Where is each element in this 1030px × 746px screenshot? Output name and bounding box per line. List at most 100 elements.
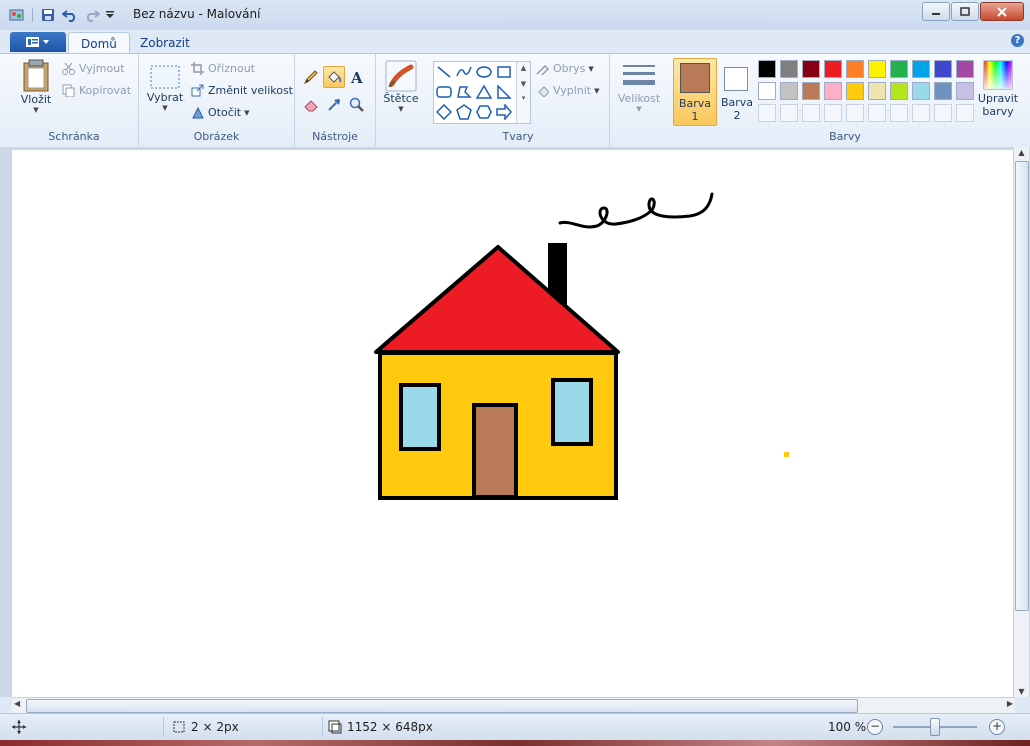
resize-button[interactable]: Změnit velikost (191, 84, 293, 97)
redo-icon[interactable] (83, 6, 101, 24)
select-button[interactable]: Vybrat ▼ (146, 63, 184, 112)
selection-size-value: 2 × 2px (191, 720, 239, 734)
custom-color-slot[interactable] (890, 104, 908, 122)
custom-color-slot[interactable] (956, 104, 974, 122)
paste-button[interactable]: Vložit ▼ (18, 59, 54, 114)
palette-color-swatch[interactable] (780, 82, 798, 100)
palette-color-swatch[interactable] (846, 60, 864, 78)
right-triangle-shape-icon[interactable] (495, 83, 513, 101)
help-icon[interactable]: ? (1011, 34, 1024, 47)
custom-color-slot[interactable] (912, 104, 930, 122)
vertical-scroll-thumb[interactable] (1015, 161, 1029, 611)
tab-view[interactable]: Zobrazit (128, 32, 202, 54)
color2-number: 2 (733, 109, 741, 122)
fill-bucket-icon (328, 71, 342, 83)
minimize-button[interactable] (922, 2, 950, 21)
diamond-shape-icon[interactable] (435, 103, 453, 121)
line-shape-icon[interactable] (435, 63, 453, 81)
palette-color-swatch[interactable] (934, 60, 952, 78)
fill-button[interactable]: Vyplnit ▼ (536, 84, 600, 97)
palette-color-swatch[interactable] (890, 82, 908, 100)
palette-color-swatch[interactable] (956, 60, 974, 78)
eraser-icon (304, 100, 318, 112)
tab-home[interactable]: Domů (68, 32, 130, 55)
palette-color-swatch[interactable] (868, 82, 886, 100)
fill-bucket-tool[interactable] (323, 66, 345, 88)
custom-color-slot[interactable] (934, 104, 952, 122)
palette-color-swatch[interactable] (912, 82, 930, 100)
palette-color-swatch[interactable] (912, 60, 930, 78)
group-label-colors: Barvy (829, 130, 861, 143)
zoom-slider-thumb[interactable] (930, 718, 940, 736)
cut-button[interactable]: Vyjmout (62, 62, 125, 75)
palette-color-swatch[interactable] (802, 60, 820, 78)
palette-color-swatch[interactable] (758, 60, 776, 78)
copy-button[interactable]: Kopírovat (62, 84, 131, 97)
palette-color-swatch[interactable] (824, 82, 842, 100)
custom-color-slot[interactable] (758, 104, 776, 122)
maximize-button[interactable] (951, 2, 979, 21)
custom-color-slot[interactable] (846, 104, 864, 122)
scroll-left-icon[interactable]: ◀ (14, 699, 20, 708)
palette-color-swatch[interactable] (890, 60, 908, 78)
drawing-canvas[interactable] (12, 150, 1013, 697)
size-button[interactable]: Velikost ▼ (615, 62, 663, 113)
rounded-rectangle-shape-icon[interactable] (435, 83, 453, 101)
edit-colors-button[interactable]: Upravit barvy (975, 60, 1021, 118)
triangle-shape-icon[interactable] (475, 83, 493, 101)
rotate-button[interactable]: Otočit ▼ (191, 106, 250, 119)
curve-shape-icon[interactable] (455, 63, 473, 81)
custom-color-slot[interactable] (868, 104, 886, 122)
right-window (551, 378, 593, 446)
arrow-shape-icon[interactable] (495, 103, 513, 121)
taskbar-strip (0, 740, 1030, 746)
brushes-button[interactable]: Štětce ▼ (382, 60, 420, 113)
custom-color-slot[interactable] (802, 104, 820, 122)
pencil-tool[interactable] (300, 66, 322, 88)
crop-button[interactable]: Oříznout (191, 62, 255, 75)
chevron-down-icon: ▼ (588, 64, 594, 73)
scroll-up-icon[interactable]: ▲ (1014, 148, 1029, 157)
eraser-tool[interactable] (300, 94, 322, 116)
palette-color-swatch[interactable] (824, 60, 842, 78)
magnifier-tool[interactable] (346, 94, 368, 116)
status-separator (322, 717, 323, 737)
palette-color-swatch[interactable] (956, 82, 974, 100)
custom-color-slot[interactable] (780, 104, 798, 122)
customize-toolbar-icon[interactable] (105, 6, 115, 24)
scissors-icon (62, 62, 75, 75)
horizontal-scroll-thumb[interactable] (26, 699, 858, 713)
scroll-right-icon[interactable]: ▶ (1007, 699, 1013, 708)
rectangle-shape-icon[interactable] (495, 63, 513, 81)
pentagon-shape-icon[interactable] (455, 103, 473, 121)
vertical-scrollbar[interactable]: ▲ ▼ (1013, 147, 1029, 697)
palette-color-swatch[interactable] (758, 82, 776, 100)
custom-color-slot[interactable] (824, 104, 842, 122)
outline-button[interactable]: Obrys ▼ (536, 62, 594, 75)
zoom-in-icon[interactable]: + (989, 719, 1005, 735)
app-menu-icon[interactable] (8, 6, 26, 24)
palette-color-swatch[interactable] (802, 82, 820, 100)
file-menu-button[interactable] (10, 32, 66, 52)
scroll-down-icon[interactable]: ▼ (1014, 687, 1029, 696)
palette-color-swatch[interactable] (780, 60, 798, 78)
save-icon[interactable] (39, 6, 57, 24)
oval-shape-icon[interactable] (475, 63, 493, 81)
horizontal-scrollbar[interactable]: ◀ ▶ (12, 697, 1015, 713)
color2-button[interactable]: Barva 2 (717, 58, 757, 124)
group-label-tools: Nástroje (312, 130, 358, 143)
zoom-out-icon[interactable]: − (867, 719, 883, 735)
polygon-shape-icon[interactable] (455, 83, 473, 101)
color-picker-tool[interactable] (323, 94, 345, 116)
palette-color-swatch[interactable] (846, 82, 864, 100)
hexagon-shape-icon[interactable] (475, 103, 493, 121)
undo-icon[interactable] (61, 6, 79, 24)
shapes-scroll[interactable]: ▲ ▼ ▾ (516, 62, 530, 123)
palette-color-swatch[interactable] (934, 82, 952, 100)
close-button[interactable] (980, 2, 1024, 21)
palette-color-swatch[interactable] (868, 60, 886, 78)
copy-label: Kopírovat (79, 84, 132, 97)
resize-icon (191, 84, 204, 97)
text-tool[interactable]: A (346, 66, 368, 88)
color1-button[interactable]: Barva 1 (673, 58, 717, 126)
